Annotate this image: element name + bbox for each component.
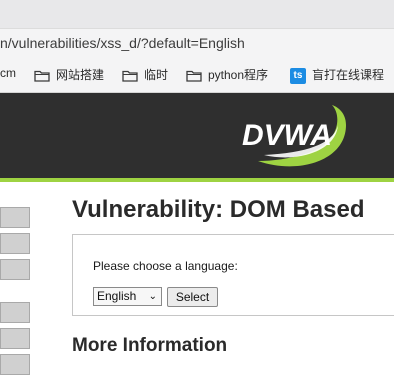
url-text[interactable]: n/vulnerabilities/xss_d/?default=English [0,35,245,51]
logo-text: DVWA [242,119,332,152]
menu-item[interactable] [0,233,30,254]
more-information-heading: More Information [72,335,228,356]
language-select-value: English [97,289,137,303]
bookmark-label: 盲打在线课程 [312,68,385,82]
bookmark-folder-temp[interactable]: 临时 [122,66,168,83]
select-button[interactable]: Select [167,287,218,307]
browser-tab-strip [0,0,394,28]
bookmark-course[interactable]: ts 盲打在线课程 [290,66,384,84]
bookmark-label: 临时 [144,68,169,82]
bookmark-item[interactable]: cm [0,66,16,80]
page-title: Vulnerability: DOM Based [72,196,365,223]
bookmark-label: python程序 [208,68,269,82]
language-select[interactable]: English ⌄ [93,287,162,306]
bookmark-folder-python[interactable]: python程序 [186,66,268,83]
menu-item[interactable] [0,259,30,280]
site-header: DVWA [0,93,394,182]
ts-icon: ts [290,67,306,84]
vulnerable-code-area: Please choose a language: English ⌄ Sele… [72,234,394,316]
dvwa-logo[interactable]: DVWA [238,103,358,171]
language-prompt: Please choose a language: [93,259,238,273]
menu-item[interactable] [0,207,30,228]
bookmarks-bar: cm 网站搭建 临时 python程序 ts 盲打在线课程 [0,57,394,93]
folder-icon [122,71,138,82]
chevron-down-icon: ⌄ [148,291,157,302]
folder-icon [34,71,50,82]
bookmark-label: 网站搭建 [56,68,105,82]
menu-item[interactable] [0,328,30,349]
menu-item[interactable] [0,354,30,375]
bookmark-folder-site-building[interactable]: 网站搭建 [34,66,104,83]
address-bar[interactable]: n/vulnerabilities/xss_d/?default=English [0,28,394,58]
bookmark-label: cm [0,66,16,80]
menu-item[interactable] [0,302,30,323]
folder-icon [186,71,202,82]
